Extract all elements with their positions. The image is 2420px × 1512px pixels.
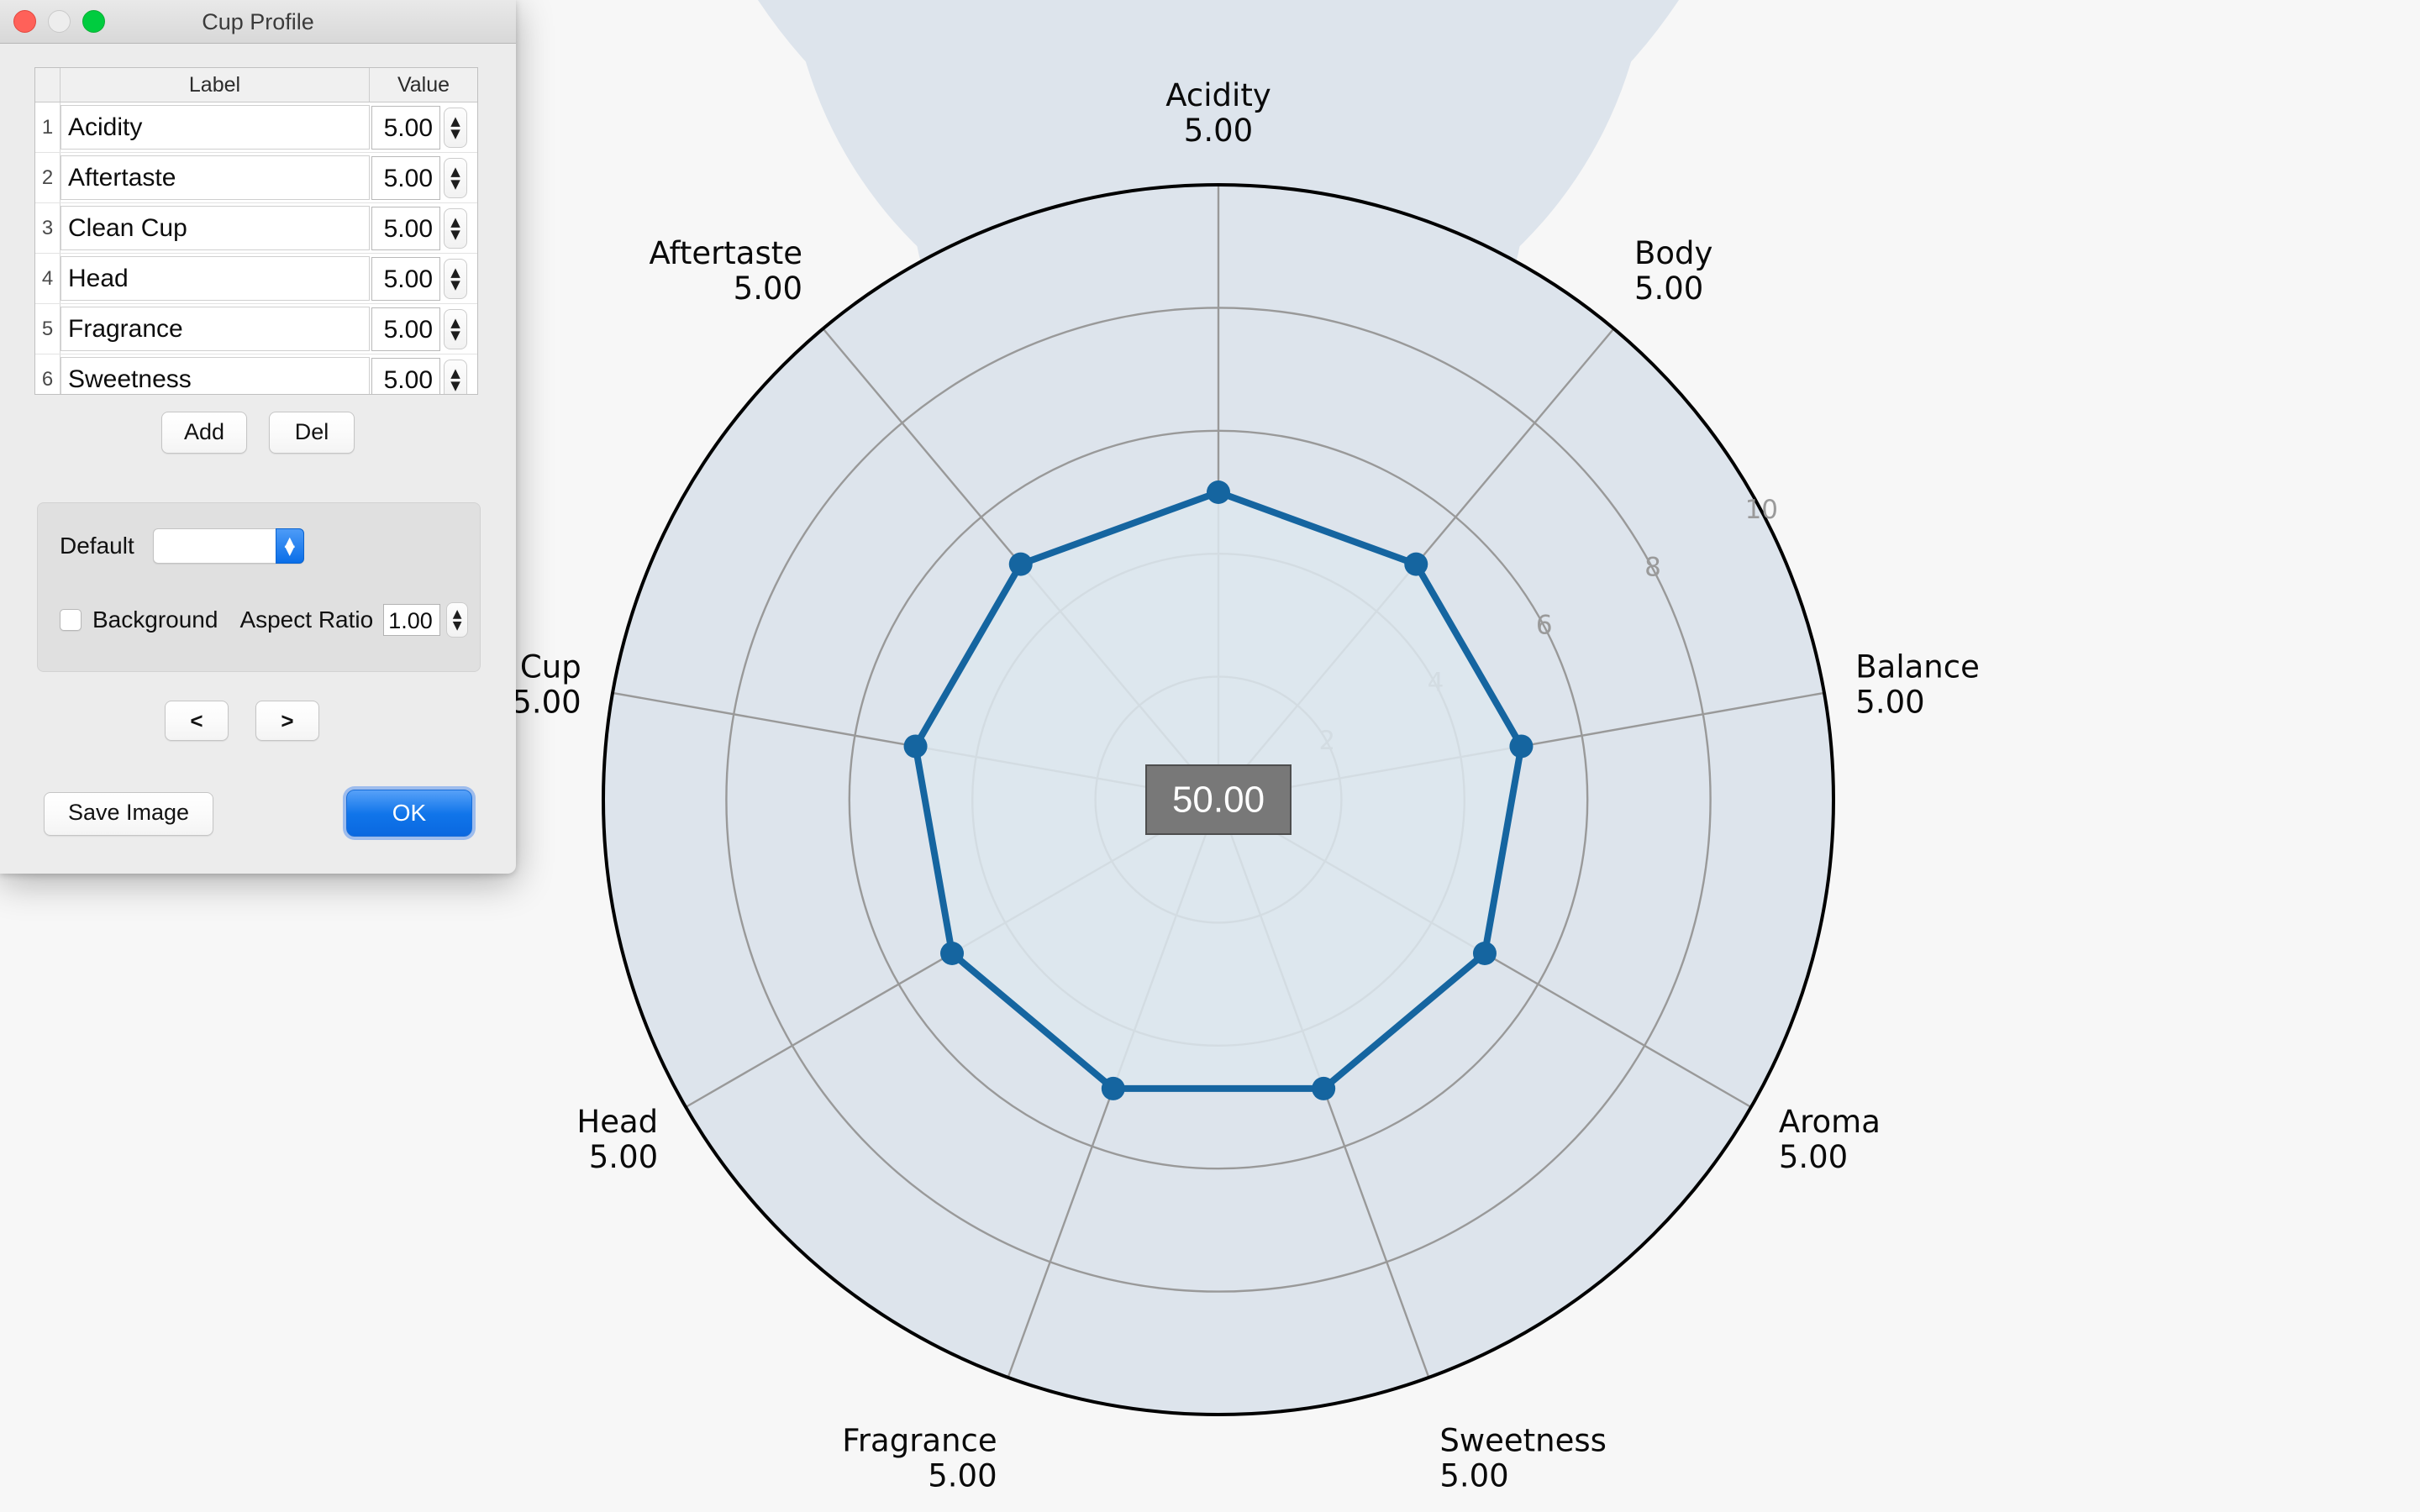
value-cell-wrap: 5.00 ▲ ▼ [370, 354, 477, 394]
series-marker [1404, 552, 1428, 576]
value-stepper[interactable]: ▲ ▼ [444, 157, 467, 198]
value-input[interactable]: 5.00 [371, 357, 440, 394]
axis-name-label: Aroma [1779, 1104, 1881, 1140]
options-group-box: Default ▲ ▼ Background Aspect Ratio 1.00… [37, 502, 481, 672]
axis-value-label: 5.00 [589, 1139, 658, 1175]
background-row: Background Aspect Ratio 1.00 ▲ ▼ [60, 602, 469, 638]
table-row[interactable]: 1 Acidity 5.00 ▲ ▼ [35, 102, 477, 153]
axis-name-label: Head [576, 1104, 658, 1140]
radial-tick-label: 10 [1745, 495, 1778, 525]
radial-tick-label: 6 [1536, 610, 1553, 640]
axis-value-label: 5.00 [1184, 113, 1253, 149]
axis-value-label: 5.00 [512, 684, 581, 720]
table-row[interactable]: 5 Fragrance 5.00 ▲ ▼ [35, 304, 477, 354]
delete-button[interactable]: Del [269, 412, 355, 454]
axis-value-label: 5.00 [1634, 270, 1703, 307]
row-number: 5 [35, 304, 60, 354]
table-header-gutter [35, 68, 60, 102]
value-input[interactable]: 5.00 [371, 307, 440, 351]
value-stepper[interactable]: ▲ ▼ [444, 359, 467, 394]
series-marker [903, 734, 928, 759]
default-select[interactable]: ▲ ▼ [152, 528, 304, 564]
navigation-row: < > [165, 701, 319, 741]
axis-name-label: Aftertaste [649, 235, 802, 271]
series-marker [1472, 942, 1497, 965]
radar-center-readout: 50.00 [1145, 764, 1292, 835]
value-input[interactable]: 5.00 [371, 256, 440, 301]
ok-button[interactable]: OK [346, 790, 472, 837]
table-row[interactable]: 2 Aftertaste 5.00 ▲ ▼ [35, 153, 477, 203]
value-cell-wrap: 5.00 ▲ ▼ [370, 153, 477, 202]
axis-name-label: Acidity [1165, 77, 1270, 113]
table-header-row: Label Value [35, 68, 477, 102]
value-stepper[interactable]: ▲ ▼ [444, 308, 467, 349]
add-delete-row: Add Del [0, 412, 516, 454]
axis-name-label: Body [1634, 235, 1712, 271]
radial-tick-label: 8 [1644, 553, 1661, 583]
value-cell-wrap: 5.00 ▲ ▼ [370, 203, 477, 253]
add-button[interactable]: Add [161, 412, 247, 454]
next-button[interactable]: > [255, 701, 319, 741]
series-marker [1101, 1076, 1125, 1100]
row-number: 4 [35, 254, 60, 303]
row-number: 6 [35, 354, 60, 394]
series-marker [1008, 552, 1033, 576]
label-input[interactable]: Fragrance [60, 307, 370, 351]
label-input[interactable]: Acidity [60, 105, 370, 150]
series-marker [1312, 1076, 1336, 1100]
value-input[interactable]: 5.00 [371, 155, 440, 200]
cup-profile-window: Cup Profile Label Value 1 Acidity 5.00 ▲ ▼ 2 A… [0, 0, 516, 874]
series-marker [1207, 480, 1230, 504]
axis-name-label: Sweetness [1439, 1423, 1607, 1459]
value-stepper[interactable]: ▲ ▼ [444, 207, 467, 249]
cup-profile-table[interactable]: Label Value 1 Acidity 5.00 ▲ ▼ 2 Aftertaste 5.0… [34, 67, 478, 395]
value-input[interactable]: 5.00 [371, 105, 440, 150]
table-row[interactable]: 3 Clean Cup 5.00 ▲ ▼ [35, 203, 477, 254]
axis-value-label: 5.00 [928, 1458, 997, 1494]
default-label: Default [60, 533, 134, 559]
value-input[interactable]: 5.00 [371, 206, 440, 250]
aspect-ratio-label: Aspect Ratio [239, 606, 374, 633]
row-number: 3 [35, 203, 60, 253]
value-cell-wrap: 5.00 ▲ ▼ [370, 304, 477, 354]
table-header-label[interactable]: Label [60, 68, 370, 102]
save-image-button[interactable]: Save Image [44, 792, 213, 836]
aspect-ratio-stepper[interactable]: ▲ ▼ [446, 602, 469, 638]
background-label: Background [92, 606, 218, 633]
chevron-updown-icon[interactable]: ▲ ▼ [275, 528, 304, 564]
previous-button[interactable]: < [165, 701, 229, 741]
value-cell-wrap: 5.00 ▲ ▼ [370, 254, 477, 303]
axis-value-label: 5.00 [734, 270, 802, 307]
axis-value-label: 5.00 [1855, 684, 1924, 720]
table-body: 1 Acidity 5.00 ▲ ▼ 2 Aftertaste 5.00 ▲ ▼ 3 Clean Cu… [35, 102, 477, 394]
label-input[interactable]: Sweetness [60, 357, 370, 394]
row-number: 2 [35, 153, 60, 202]
default-row: Default ▲ ▼ [60, 528, 304, 564]
table-row[interactable]: 4 Head 5.00 ▲ ▼ [35, 254, 477, 304]
value-stepper[interactable]: ▲ ▼ [444, 258, 467, 299]
value-stepper[interactable]: ▲ ▼ [444, 107, 467, 148]
axis-value-label: 5.00 [1779, 1139, 1848, 1175]
table-row[interactable]: 6 Sweetness 5.00 ▲ ▼ [35, 354, 477, 394]
aspect-ratio-input[interactable]: 1.00 [383, 604, 441, 636]
value-cell-wrap: 5.00 ▲ ▼ [370, 102, 477, 152]
series-marker [1509, 734, 1534, 759]
label-input[interactable]: Head [60, 256, 370, 301]
axis-value-label: 5.00 [1439, 1458, 1508, 1494]
window-titlebar[interactable]: Cup Profile [0, 0, 516, 44]
background-checkbox[interactable] [60, 609, 82, 631]
center-readout-value: 50.00 [1172, 780, 1265, 821]
series-marker [940, 942, 965, 965]
label-input[interactable]: Clean Cup [60, 206, 370, 250]
window-title: Cup Profile [202, 9, 314, 34]
axis-name-label: Fragrance [842, 1423, 997, 1459]
row-number: 1 [35, 102, 60, 152]
label-input[interactable]: Aftertaste [60, 155, 370, 200]
table-header-value[interactable]: Value [370, 68, 477, 102]
axis-name-label: Balance [1855, 648, 1980, 685]
